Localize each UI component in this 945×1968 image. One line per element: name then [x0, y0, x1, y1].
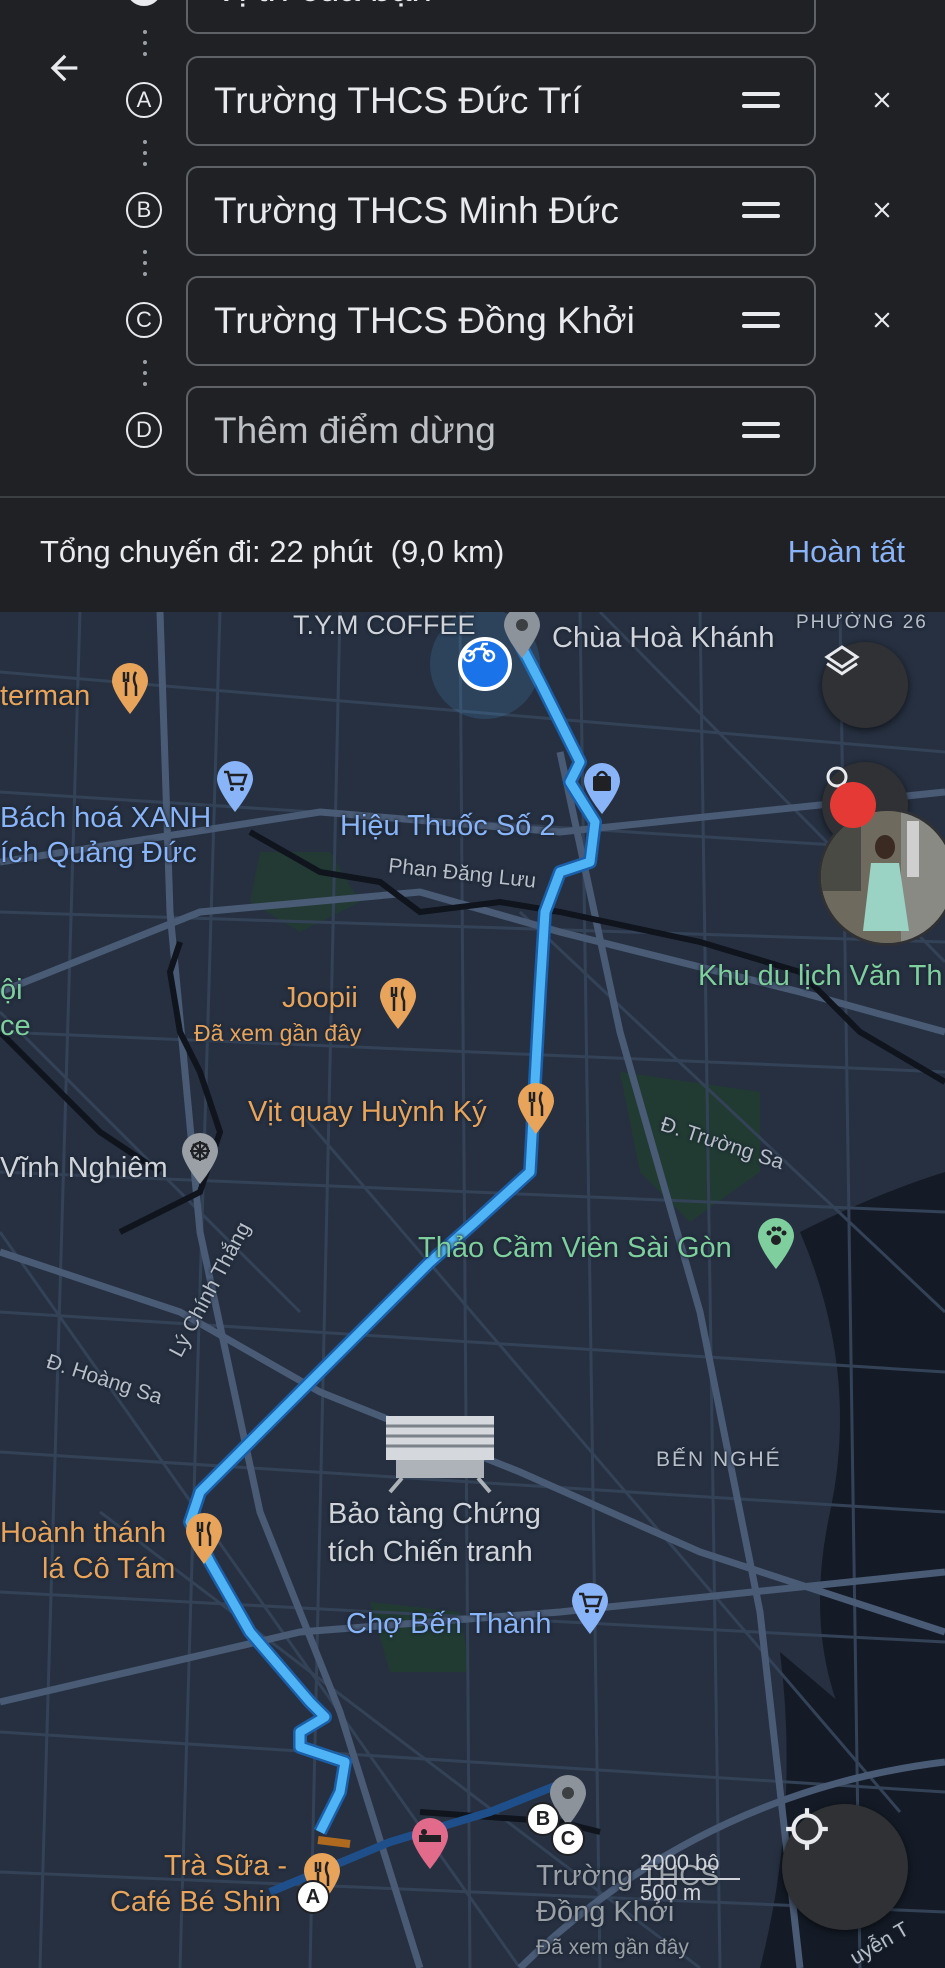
scale-top-label: 2000 bộ	[640, 1850, 720, 1875]
stop-field-c[interactable]: Trường THCS Đồng Khởi	[186, 276, 816, 366]
map-label[interactable]: Chùa Hoà Khánh	[552, 622, 775, 655]
waypoint-c-marker[interactable]: C	[551, 1822, 585, 1856]
close-icon	[874, 202, 890, 218]
map-label[interactable]: Café Bé Shin	[110, 1886, 281, 1919]
map-label[interactable]: tích Chiến tranh	[328, 1536, 533, 1569]
notification-badge	[830, 782, 876, 828]
museum-icon[interactable]	[382, 1412, 498, 1494]
drag-handle-icon[interactable]	[742, 312, 780, 330]
hotel-pin-icon[interactable]	[410, 1817, 450, 1869]
remove-stop-a-button[interactable]	[858, 76, 906, 124]
add-stop-placeholder: Thêm điểm dừng	[214, 410, 496, 451]
photo-thumbnail[interactable]	[818, 808, 945, 946]
shopping-bag-pin-icon[interactable]	[582, 762, 622, 814]
layers-icon	[824, 645, 860, 676]
origin-dot-icon	[126, 0, 162, 6]
map-label[interactable]: Trà Sữa -	[164, 1850, 287, 1883]
map-label[interactable]: Hiệu Thuốc Số 2	[340, 810, 556, 843]
origin-text: Vị trí của bạn	[214, 0, 432, 32]
add-stop-row: D Thêm điểm dừng	[0, 386, 945, 478]
map-label[interactable]: ce	[0, 1010, 31, 1043]
scale-bottom-label: 500 m	[640, 1880, 702, 1905]
stop-field-b[interactable]: Trường THCS Minh Đức	[186, 166, 816, 256]
drag-handle-icon[interactable]	[742, 92, 780, 110]
map-label: Đã xem gần đây	[536, 1936, 689, 1959]
add-stop-field[interactable]: Thêm điểm dừng	[186, 386, 816, 476]
map-label[interactable]: Bách hoá XANH	[0, 802, 211, 835]
stop-letter-c: C	[126, 302, 162, 338]
close-icon	[869, 0, 895, 1]
map-label[interactable]: Vịt quay Huỳnh Ký	[248, 1096, 487, 1129]
motorbike-icon	[462, 642, 496, 663]
trip-distance: (9,0 km)	[390, 534, 505, 569]
done-button[interactable]: Hoàn tất	[788, 534, 905, 570]
current-location-marker	[458, 637, 512, 691]
map-label[interactable]: Thảo Cầm Viên Sài Gòn	[418, 1232, 732, 1265]
stop-letter-b: B	[126, 192, 162, 228]
trip-summary: Tổng chuyến đi: 22 phút (9,0 km)	[40, 534, 504, 570]
zoo-pin-icon[interactable]	[756, 1217, 796, 1269]
divider	[0, 496, 945, 498]
stop-name-b: Trường THCS Minh Đức	[214, 190, 619, 231]
stop-row-b: B Trường THCS Minh Đức	[0, 166, 945, 258]
remove-stop-c-button[interactable]	[858, 296, 906, 344]
temple-pin-icon[interactable]	[180, 1132, 220, 1184]
my-location-icon	[786, 1808, 828, 1850]
origin-field[interactable]: Vị trí của bạn	[186, 0, 816, 34]
map-label[interactable]: terman	[0, 680, 90, 713]
scale-bar: 2000 bộ 500 m	[640, 1850, 740, 1906]
map-label[interactable]: ích Quảng Đức	[0, 837, 197, 870]
map-label[interactable]: Vĩnh Nghiêm	[0, 1152, 168, 1185]
stop-name-a: Trường THCS Đức Trí	[214, 80, 582, 121]
drag-handle-icon[interactable]	[742, 202, 780, 220]
drag-handle-icon[interactable]	[742, 422, 780, 440]
stop-letter-a: A	[126, 82, 162, 118]
restaurant-pin-icon[interactable]	[378, 977, 418, 1029]
map-label[interactable]: Joopii	[282, 982, 358, 1015]
restaurant-pin-icon[interactable]	[110, 662, 150, 714]
trip-duration: Tổng chuyến đi: 22 phút	[40, 534, 373, 569]
layers-button[interactable]	[822, 642, 908, 728]
shopping-cart-pin-icon[interactable]	[215, 760, 255, 812]
map-label[interactable]: Hoành thánh	[0, 1517, 166, 1550]
photo-image	[821, 811, 945, 943]
stop-row-a: A Trường THCS Đức Trí	[0, 56, 945, 148]
shopping-cart-pin-icon[interactable]	[570, 1582, 610, 1634]
stop-row-c: C Trường THCS Đồng Khởi	[0, 276, 945, 368]
close-icon	[874, 312, 890, 328]
origin-row: Vị trí của bạn	[0, 0, 945, 36]
stop-field-a[interactable]: Trường THCS Đức Trí	[186, 56, 816, 146]
map-label[interactable]: lá Cô Tám	[42, 1553, 175, 1586]
map-view[interactable]: A B C T.Y.M COFFEE Chùa Hoà Khánh PHƯỜNG…	[0, 612, 945, 1968]
map-label[interactable]: Bảo tàng Chứng	[328, 1498, 541, 1531]
stop-letter-d: D	[126, 412, 162, 448]
remove-origin-button[interactable]	[858, 0, 906, 12]
my-location-button[interactable]	[782, 1804, 908, 1930]
remove-stop-b-button[interactable]	[858, 186, 906, 234]
restaurant-pin-icon[interactable]	[516, 1082, 556, 1134]
map-label: PHƯỜNG 26	[796, 612, 928, 633]
map-label[interactable]: T.Y.M COFFEE	[293, 612, 476, 641]
map-label: Đã xem gần đây	[194, 1020, 362, 1046]
map-label[interactable]: Khu du lịch Văn Th	[698, 960, 943, 993]
restaurant-pin-icon[interactable]	[184, 1512, 224, 1564]
close-icon	[874, 92, 890, 108]
waypoint-a-marker[interactable]: A	[296, 1880, 330, 1914]
stop-name-c: Trường THCS Đồng Khởi	[214, 300, 635, 341]
map-label[interactable]: ội	[0, 974, 23, 1007]
map-label[interactable]: Chợ Bến Thành	[346, 1608, 552, 1641]
map-label: BẾN NGHÉ	[656, 1448, 782, 1471]
directions-panel: Vị trí của bạn A Trường THCS Đức Trí B T…	[0, 0, 945, 612]
